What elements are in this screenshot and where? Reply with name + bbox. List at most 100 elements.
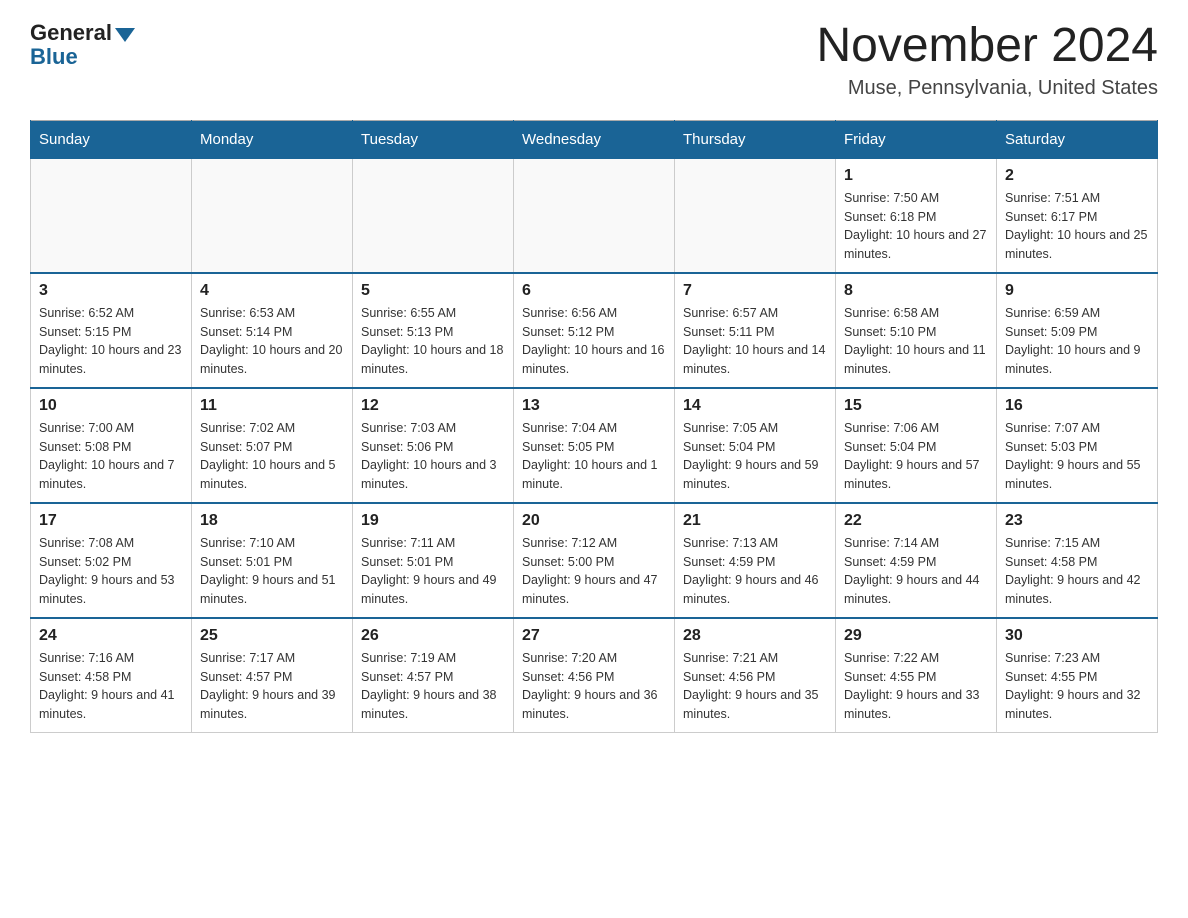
day-number: 6 (522, 282, 666, 300)
day-number: 19 (361, 512, 505, 530)
calendar-cell (353, 158, 514, 273)
day-number: 17 (39, 512, 183, 530)
day-number: 14 (683, 397, 827, 415)
calendar-cell: 12 Sunrise: 7:03 AM Sunset: 5:06 PM Dayli… (353, 388, 514, 503)
calendar-cell: 23 Sunrise: 7:15 AM Sunset: 4:58 PM Dayli… (997, 503, 1158, 618)
calendar-cell: 3Sunrise: 6:52 AM Sunset: 5:15 PM Daylig… (31, 273, 192, 388)
day-number: 23 (1005, 512, 1149, 530)
calendar-cell: 25 Sunrise: 7:17 AM Sunset: 4:57 PM Dayli… (192, 618, 353, 733)
calendar-cell (192, 158, 353, 273)
day-number: 16 (1005, 397, 1149, 415)
col-header-thursday: Thursday (675, 120, 836, 158)
calendar-cell: 6 Sunrise: 6:56 AM Sunset: 5:12 PM Daylig… (514, 273, 675, 388)
day-number: 5 (361, 282, 505, 300)
day-info: Sunrise: 6:56 AM Sunset: 5:12 PM Dayligh… (522, 304, 666, 379)
calendar-cell: 9 Sunrise: 6:59 AM Sunset: 5:09 PM Daylig… (997, 273, 1158, 388)
day-info: Sunrise: 7:08 AM Sunset: 5:02 PM Dayligh… (39, 534, 183, 609)
day-info: Sunrise: 7:06 AM Sunset: 5:04 PM Dayligh… (844, 419, 988, 494)
day-number: 13 (522, 397, 666, 415)
calendar-cell: 24Sunrise: 7:16 AM Sunset: 4:58 PM Dayli… (31, 618, 192, 733)
day-number: 2 (1005, 167, 1149, 185)
day-number: 25 (200, 627, 344, 645)
col-header-saturday: Saturday (997, 120, 1158, 158)
day-number: 9 (1005, 282, 1149, 300)
day-info: Sunrise: 7:16 AM Sunset: 4:58 PM Dayligh… (39, 649, 183, 724)
day-number: 22 (844, 512, 988, 530)
logo: General Blue (30, 20, 135, 70)
calendar-cell: 13 Sunrise: 7:04 AM Sunset: 5:05 PM Dayli… (514, 388, 675, 503)
calendar-cell: 16 Sunrise: 7:07 AM Sunset: 5:03 PM Dayli… (997, 388, 1158, 503)
calendar-cell: 26 Sunrise: 7:19 AM Sunset: 4:57 PM Dayli… (353, 618, 514, 733)
day-info: Sunrise: 7:12 AM Sunset: 5:00 PM Dayligh… (522, 534, 666, 609)
calendar-cell: 29 Sunrise: 7:22 AM Sunset: 4:55 PM Dayli… (836, 618, 997, 733)
calendar-header-row: SundayMondayTuesdayWednesdayThursdayFrid… (31, 120, 1158, 158)
day-number: 29 (844, 627, 988, 645)
day-number: 11 (200, 397, 344, 415)
day-info: Sunrise: 6:59 AM Sunset: 5:09 PM Dayligh… (1005, 304, 1149, 379)
day-number: 4 (200, 282, 344, 300)
calendar-cell: 1 Sunrise: 7:50 AM Sunset: 6:18 PM Daylig… (836, 158, 997, 273)
logo-general: General (30, 20, 135, 46)
calendar-cell: 21 Sunrise: 7:13 AM Sunset: 4:59 PM Dayli… (675, 503, 836, 618)
logo-arrow-icon (115, 28, 135, 42)
day-info: Sunrise: 7:50 AM Sunset: 6:18 PM Dayligh… (844, 189, 988, 264)
calendar-cell: 19 Sunrise: 7:11 AM Sunset: 5:01 PM Dayli… (353, 503, 514, 618)
logo-general-text: General (30, 20, 112, 46)
day-number: 15 (844, 397, 988, 415)
day-info: Sunrise: 7:04 AM Sunset: 5:05 PM Dayligh… (522, 419, 666, 494)
day-info: Sunrise: 6:55 AM Sunset: 5:13 PM Dayligh… (361, 304, 505, 379)
col-header-sunday: Sunday (31, 120, 192, 158)
calendar-cell (31, 158, 192, 273)
day-info: Sunrise: 7:03 AM Sunset: 5:06 PM Dayligh… (361, 419, 505, 494)
col-header-wednesday: Wednesday (514, 120, 675, 158)
day-info: Sunrise: 7:10 AM Sunset: 5:01 PM Dayligh… (200, 534, 344, 609)
calendar-cell: 5 Sunrise: 6:55 AM Sunset: 5:13 PM Daylig… (353, 273, 514, 388)
day-info: Sunrise: 7:51 AM Sunset: 6:17 PM Dayligh… (1005, 189, 1149, 264)
day-number: 8 (844, 282, 988, 300)
calendar-cell: 27Sunrise: 7:20 AM Sunset: 4:56 PM Dayli… (514, 618, 675, 733)
calendar-cell: 7Sunrise: 6:57 AM Sunset: 5:11 PM Daylig… (675, 273, 836, 388)
calendar-week-3: 10 Sunrise: 7:00 AM Sunset: 5:08 PM Dayli… (31, 388, 1158, 503)
day-number: 21 (683, 512, 827, 530)
day-number: 1 (844, 167, 988, 185)
title-section: November 2024 Muse, Pennsylvania, United… (816, 20, 1158, 100)
day-info: Sunrise: 6:58 AM Sunset: 5:10 PM Dayligh… (844, 304, 988, 379)
location: Muse, Pennsylvania, United States (816, 77, 1158, 100)
calendar-week-1: 1 Sunrise: 7:50 AM Sunset: 6:18 PM Daylig… (31, 158, 1158, 273)
calendar-cell: 14 Sunrise: 7:05 AM Sunset: 5:04 PM Dayli… (675, 388, 836, 503)
calendar-table: SundayMondayTuesdayWednesdayThursdayFrid… (30, 120, 1158, 733)
calendar-week-2: 3Sunrise: 6:52 AM Sunset: 5:15 PM Daylig… (31, 273, 1158, 388)
calendar-cell: 2 Sunrise: 7:51 AM Sunset: 6:17 PM Daylig… (997, 158, 1158, 273)
day-info: Sunrise: 7:00 AM Sunset: 5:08 PM Dayligh… (39, 419, 183, 494)
day-number: 3 (39, 282, 183, 300)
day-info: Sunrise: 7:22 AM Sunset: 4:55 PM Dayligh… (844, 649, 988, 724)
col-header-friday: Friday (836, 120, 997, 158)
calendar-cell: 20 Sunrise: 7:12 AM Sunset: 5:00 PM Dayli… (514, 503, 675, 618)
day-number: 12 (361, 397, 505, 415)
day-info: Sunrise: 7:11 AM Sunset: 5:01 PM Dayligh… (361, 534, 505, 609)
calendar-cell: 28Sunrise: 7:21 AM Sunset: 4:56 PM Dayli… (675, 618, 836, 733)
day-info: Sunrise: 7:15 AM Sunset: 4:58 PM Dayligh… (1005, 534, 1149, 609)
calendar-week-5: 24Sunrise: 7:16 AM Sunset: 4:58 PM Dayli… (31, 618, 1158, 733)
day-info: Sunrise: 7:02 AM Sunset: 5:07 PM Dayligh… (200, 419, 344, 494)
day-number: 10 (39, 397, 183, 415)
day-number: 18 (200, 512, 344, 530)
day-info: Sunrise: 7:13 AM Sunset: 4:59 PM Dayligh… (683, 534, 827, 609)
day-info: Sunrise: 6:57 AM Sunset: 5:11 PM Dayligh… (683, 304, 827, 379)
calendar-cell: 11 Sunrise: 7:02 AM Sunset: 5:07 PM Dayli… (192, 388, 353, 503)
calendar-cell: 30Sunrise: 7:23 AM Sunset: 4:55 PM Dayli… (997, 618, 1158, 733)
day-info: Sunrise: 7:05 AM Sunset: 5:04 PM Dayligh… (683, 419, 827, 494)
calendar-cell: 4Sunrise: 6:53 AM Sunset: 5:14 PM Daylig… (192, 273, 353, 388)
day-info: Sunrise: 7:21 AM Sunset: 4:56 PM Dayligh… (683, 649, 827, 724)
col-header-tuesday: Tuesday (353, 120, 514, 158)
calendar-cell: 22Sunrise: 7:14 AM Sunset: 4:59 PM Dayli… (836, 503, 997, 618)
day-number: 27 (522, 627, 666, 645)
day-number: 26 (361, 627, 505, 645)
day-info: Sunrise: 7:23 AM Sunset: 4:55 PM Dayligh… (1005, 649, 1149, 724)
calendar-cell: 17 Sunrise: 7:08 AM Sunset: 5:02 PM Dayli… (31, 503, 192, 618)
day-number: 20 (522, 512, 666, 530)
day-info: Sunrise: 7:19 AM Sunset: 4:57 PM Dayligh… (361, 649, 505, 724)
day-info: Sunrise: 7:07 AM Sunset: 5:03 PM Dayligh… (1005, 419, 1149, 494)
day-info: Sunrise: 7:17 AM Sunset: 4:57 PM Dayligh… (200, 649, 344, 724)
logo-blue-text: Blue (30, 44, 78, 70)
